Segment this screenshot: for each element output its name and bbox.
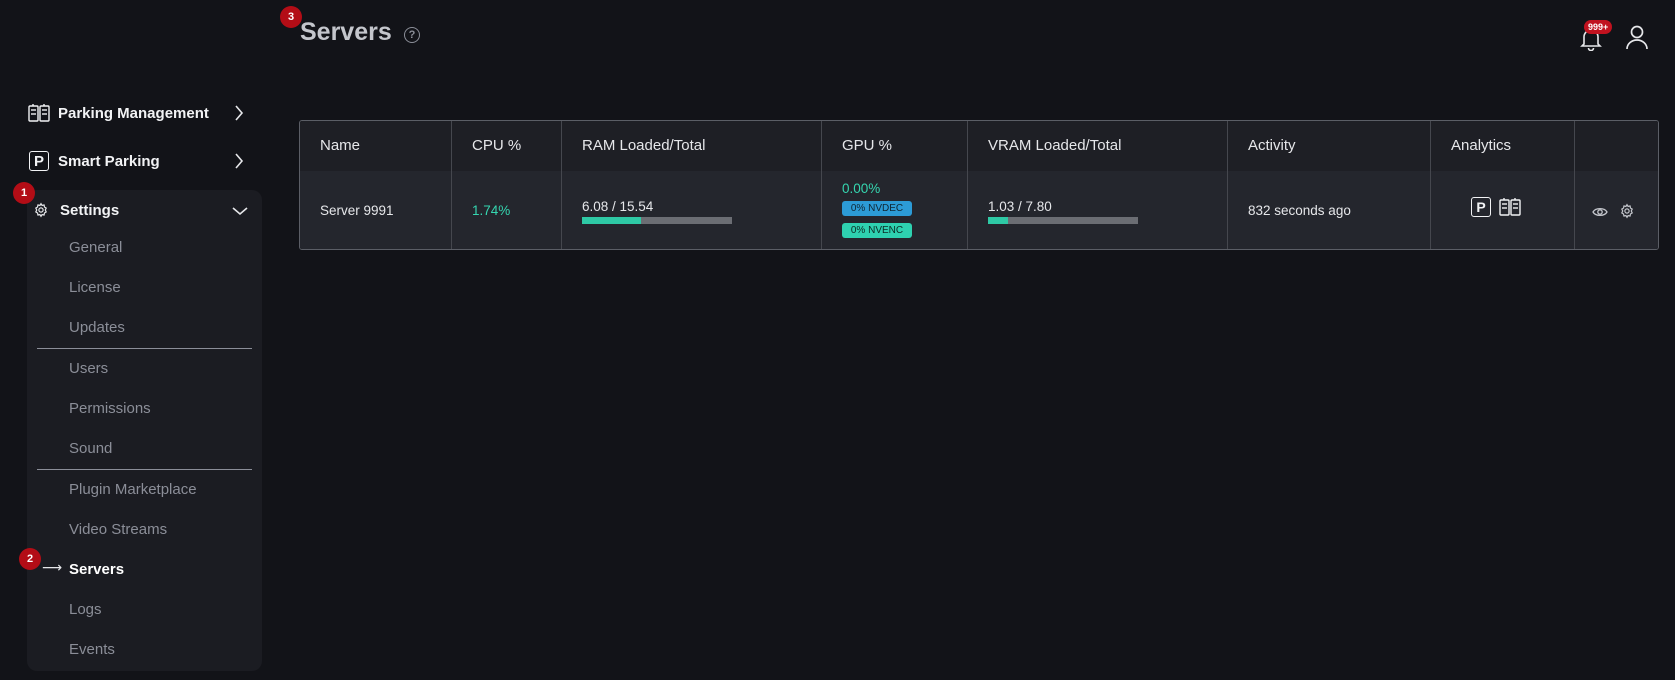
nav-settings-label: Settings — [60, 201, 120, 219]
marker-badge-3: 3 — [280, 6, 302, 28]
settings-item-updates[interactable]: Updates — [69, 317, 125, 339]
settings-item-general[interactable]: General — [69, 237, 122, 259]
sidebar: Parking Management P Smart Parking Setti… — [0, 0, 270, 680]
settings-item-logs[interactable]: Logs — [69, 599, 102, 621]
smart-parking-icon: P — [28, 150, 50, 172]
vram-progress-fill — [988, 217, 1008, 224]
cpu-value: 1.74% — [472, 203, 511, 218]
chevron-right-icon — [234, 105, 244, 126]
ram-progress-bar — [582, 217, 732, 224]
gpu-value: 0.00% — [842, 181, 881, 196]
gear-icon — [30, 199, 52, 221]
settings-item-events[interactable]: Events — [69, 639, 115, 661]
nvenc-badge: 0% NVENC — [842, 223, 912, 238]
header-vram[interactable]: VRAM Loaded/Total — [988, 137, 1121, 154]
nvdec-badge: 0% NVDEC — [842, 201, 912, 216]
parking-management-analytics-icon[interactable] — [1499, 197, 1521, 222]
smart-parking-analytics-icon[interactable]: P — [1471, 197, 1491, 217]
header-analytics[interactable]: Analytics — [1451, 137, 1511, 154]
eye-icon[interactable] — [1592, 205, 1608, 223]
chevron-down-icon — [232, 203, 248, 221]
servers-table: Name CPU % RAM Loaded/Total GPU % VRAM L… — [299, 120, 1659, 250]
nav-settings[interactable]: Settings — [30, 190, 260, 230]
ram-value: 6.08 / 15.54 — [582, 199, 654, 214]
settings-item-permissions[interactable]: Permissions — [69, 398, 151, 420]
settings-item-servers[interactable]: Servers — [69, 559, 124, 581]
header-cpu[interactable]: CPU % — [472, 137, 521, 154]
active-arrow-icon: ⟶ — [42, 559, 63, 575]
settings-panel: Settings General License Updates Users P… — [27, 190, 262, 671]
header-activity[interactable]: Activity — [1248, 137, 1296, 154]
header-name[interactable]: Name — [320, 137, 360, 154]
nav-parking-management[interactable]: Parking Management — [28, 93, 258, 133]
settings-item-plugin-marketplace[interactable]: Plugin Marketplace — [69, 479, 197, 501]
ram-progress-fill — [582, 217, 641, 224]
parking-management-icon — [28, 102, 50, 124]
notification-count-badge: 999+ — [1584, 20, 1613, 34]
settings-item-users[interactable]: Users — [69, 358, 108, 380]
nav-smart-parking-label: Smart Parking — [58, 152, 160, 170]
vram-value: 1.03 / 7.80 — [988, 199, 1052, 214]
column-divider — [967, 121, 968, 249]
help-icon[interactable]: ? — [404, 27, 420, 43]
page-title: Servers — [300, 18, 392, 46]
vram-progress-bar — [988, 217, 1138, 224]
settings-gear-icon[interactable] — [1619, 203, 1635, 224]
settings-item-sound[interactable]: Sound — [69, 438, 112, 460]
chevron-right-icon — [234, 153, 244, 174]
column-divider — [1227, 121, 1228, 249]
nav-smart-parking[interactable]: P Smart Parking — [28, 141, 258, 181]
user-icon[interactable] — [1625, 24, 1649, 55]
column-divider — [1430, 121, 1431, 249]
settings-item-video-streams[interactable]: Video Streams — [69, 519, 167, 541]
server-name: Server 9991 — [320, 203, 394, 218]
column-divider — [451, 121, 452, 249]
header-gpu[interactable]: GPU % — [842, 137, 892, 154]
marker-badge-1: 1 — [13, 182, 35, 204]
smart-parking-icon-letter: P — [29, 151, 49, 171]
column-divider — [1574, 121, 1575, 249]
settings-item-license[interactable]: License — [69, 277, 121, 299]
header-ram[interactable]: RAM Loaded/Total — [582, 137, 705, 154]
nav-parking-management-label: Parking Management — [58, 104, 209, 122]
column-divider — [561, 121, 562, 249]
activity-value: 832 seconds ago — [1248, 203, 1351, 218]
divider — [37, 469, 252, 470]
column-divider — [821, 121, 822, 249]
divider — [37, 348, 252, 349]
marker-badge-2: 2 — [19, 548, 41, 570]
